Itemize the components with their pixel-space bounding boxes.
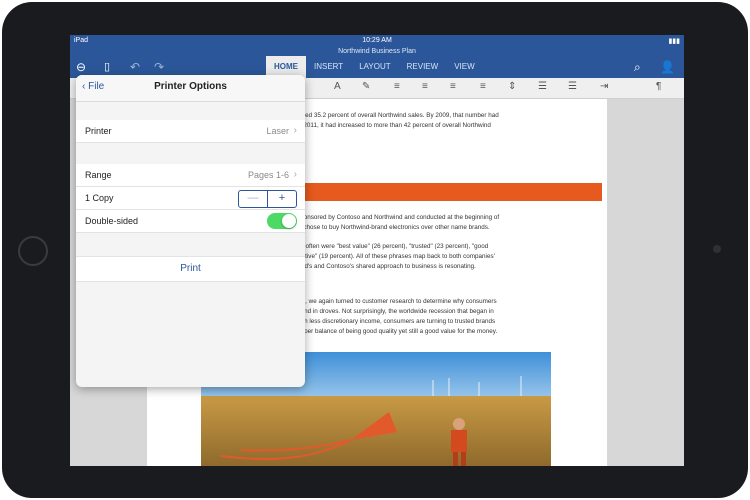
copies-row: 1 Copy — + [76,187,305,210]
double-sided-toggle[interactable] [267,213,297,229]
tab-insert[interactable]: INSERT [306,56,351,78]
chevron-right-icon: › [293,169,297,180]
body-text: nds, we again turned to customer researc… [295,298,497,305]
double-sided-label: Double-sided [85,216,139,226]
printer-row[interactable]: Printer Laser › [76,120,305,143]
printer-label: Printer [85,126,112,136]
back-circle-icon[interactable]: ⊖ [76,58,86,76]
align-left-icon[interactable]: ≡ [394,81,400,92]
document-title: Northwind Business Plan [70,47,684,56]
camera [713,245,721,253]
body-text: wind's and Contoso's shared approach to … [295,263,476,270]
align-center-icon[interactable]: ≡ [422,81,428,92]
range-label: Range [85,170,112,180]
undo-icon[interactable]: ↶ [130,58,140,76]
indent-icon[interactable]: ⇥ [600,81,608,92]
range-value: Pages 1-6 [247,170,289,180]
clock: 10:29 AM [362,37,392,44]
body-text: prised 35.2 percent of overall Northwind… [295,112,499,119]
numbering-icon[interactable]: ☰ [568,81,577,92]
body-text: ovative" (19 percent). All of these phra… [295,253,495,260]
print-button[interactable]: Print [76,256,305,282]
popover-title: Printer Options [154,81,227,92]
align-right-icon[interactable]: ≡ [450,81,456,92]
redo-icon[interactable]: ↷ [154,58,164,76]
double-sided-row: Double-sided [76,210,305,233]
copies-stepper: — + [238,190,297,208]
body-text: With less discretionary income, consumer… [295,318,496,325]
battery-icon: ▮▮▮ [668,38,680,45]
font-size-icon[interactable]: A [334,81,341,92]
copies-label: 1 Copy [85,193,114,203]
body-text: by 2011, it had increased to more than 4… [295,122,491,129]
popover-header: ‹ File Printer Options [76,75,305,102]
home-button[interactable] [18,236,48,266]
printer-value: Laser [266,126,289,136]
range-row[interactable]: Range Pages 1-6 › [76,164,305,187]
tab-layout[interactable]: LAYOUT [351,56,398,78]
file-icon[interactable]: ▯ [104,58,110,76]
highlight-icon[interactable]: ✎ [362,81,370,92]
body-text: brand in droves. Not surprisingly, the w… [295,308,494,315]
justify-icon[interactable]: ≡ [480,81,486,92]
body-text: not often were "best value" (26 percent)… [295,243,489,250]
screen: iPad 10:29 AM ▮▮▮ Northwind Business Pla… [70,35,684,466]
increment-button[interactable]: + [268,191,296,207]
body-text: ey chose to buy Northwind-brand electron… [295,224,490,231]
tab-review[interactable]: REVIEW [399,56,447,78]
body-text: proper balance of being good quality yet… [295,328,498,335]
toggle-knob [282,214,296,228]
body-text: -sponsored by Contoso and Northwind and … [295,214,500,221]
search-icon[interactable]: ⌕ [634,58,641,76]
ipad-frame: iPad 10:29 AM ▮▮▮ Northwind Business Pla… [2,2,748,498]
bullets-icon[interactable]: ☰ [538,81,547,92]
tab-view[interactable]: VIEW [446,56,482,78]
decrement-button[interactable]: — [239,191,268,207]
status-bar: iPad 10:29 AM ▮▮▮ [70,35,684,47]
chevron-right-icon: › [293,125,297,136]
printer-options-popover: ‹ File Printer Options Printer Laser › R… [76,75,305,387]
line-spacing-icon[interactable]: ⇕ [508,81,516,92]
paragraph-mark-icon[interactable]: ¶ [656,81,661,92]
share-person-icon[interactable]: 👤 [660,58,675,76]
